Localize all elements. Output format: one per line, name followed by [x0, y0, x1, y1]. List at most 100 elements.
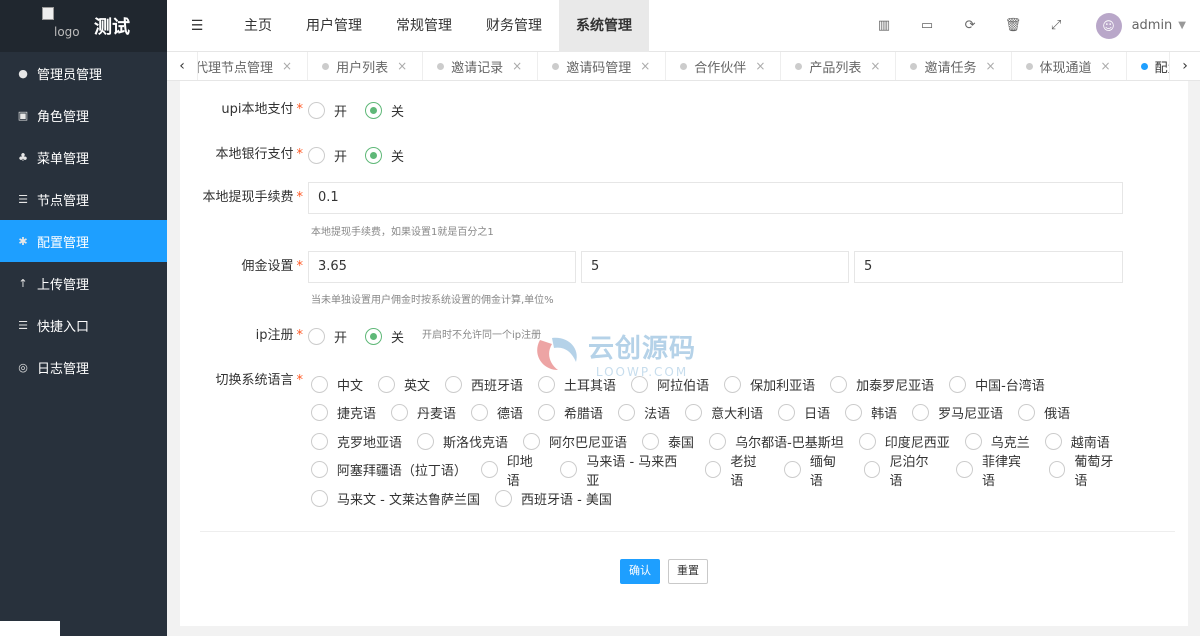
upi-off-radio[interactable]: 关 [365, 101, 404, 120]
language-radio[interactable]: 乌尔都语-巴基斯坦 [709, 432, 844, 451]
bank-on-radio[interactable]: 开 [308, 146, 347, 165]
fullscreen-icon[interactable]: ⤢ [1035, 18, 1078, 33]
ip-off-radio[interactable]: 关 [365, 327, 404, 346]
sidebar-toggle-icon[interactable]: ☰ [167, 18, 227, 34]
language-radio[interactable]: 中国-台湾语 [949, 375, 1045, 394]
tab[interactable]: 产品列表 × [781, 52, 897, 80]
sidebar-item[interactable]: ▣ 角色管理 [0, 94, 167, 136]
language-label: 俄语 [1044, 407, 1071, 423]
close-icon[interactable]: × [1101, 59, 1111, 73]
language-radio[interactable]: 葡萄牙语 [1048, 451, 1126, 489]
language-radio[interactable]: 老挝语 [704, 451, 770, 489]
close-icon[interactable]: × [755, 59, 765, 73]
language-radio[interactable]: 印度尼西亚 [858, 432, 950, 451]
language-label: 缅甸语 [809, 454, 836, 489]
radio-circle-icon [704, 461, 722, 479]
top-nav-item[interactable]: 主页 [227, 0, 289, 52]
reset-button[interactable]: 重置 [668, 559, 708, 584]
username[interactable]: admin [1132, 18, 1173, 33]
language-radio[interactable]: 阿塞拜疆语（拉丁语） [311, 460, 467, 479]
language-radio[interactable]: 阿拉伯语 [631, 375, 709, 394]
commission-input-2[interactable]: 5 [581, 251, 849, 283]
language-radio[interactable]: 西班牙语 - 美国 [494, 489, 612, 508]
language-radio[interactable]: 泰国 [642, 432, 694, 451]
language-radio[interactable]: 印地语 [480, 451, 546, 489]
sidebar-item[interactable]: ◎ 日志管理 [0, 346, 167, 388]
top-nav-item[interactable]: 用户管理 [289, 0, 379, 52]
language-radio[interactable]: 中文 [311, 375, 363, 394]
language-radio[interactable]: 保加利亚语 [724, 375, 815, 394]
language-radio[interactable]: 希腊语 [538, 403, 603, 422]
tab[interactable]: 代理节点管理 × [198, 52, 309, 80]
language-radio[interactable]: 斯洛伐克语 [417, 432, 508, 451]
tab[interactable]: 邀请码管理 × [538, 52, 667, 80]
language-radio[interactable]: 俄语 [1018, 403, 1070, 422]
language-radio[interactable]: 尼泊尔语 [863, 451, 941, 489]
radio-circle-icon [964, 432, 982, 450]
language-radio[interactable]: 西班牙语 [445, 375, 523, 394]
close-icon[interactable]: × [870, 59, 880, 73]
language-radio[interactable]: 土耳其语 [538, 375, 616, 394]
tab[interactable]: 邀请任务 × [896, 52, 1012, 80]
bank-row: 本地银行支付 * 开 关 [215, 146, 405, 165]
trash-icon[interactable]: 🗑 [992, 18, 1035, 33]
chevron-left-icon[interactable]: ‹ [167, 52, 198, 80]
radio-circle-icon [949, 375, 967, 393]
fee-input[interactable]: 0.1 [308, 182, 1123, 214]
top-nav-item[interactable]: 财务管理 [469, 0, 559, 52]
sidebar-item[interactable]: ● 管理员管理 [0, 52, 167, 94]
language-radio[interactable]: 加泰罗尼亚语 [830, 375, 934, 394]
bank-off-radio[interactable]: 关 [365, 146, 404, 165]
tab[interactable]: 用户列表 × [308, 52, 424, 80]
close-icon[interactable]: × [985, 59, 995, 73]
tab[interactable]: 邀请记录 × [423, 52, 539, 80]
close-icon[interactable]: × [640, 59, 650, 73]
language-radio[interactable]: 马来语 - 马来西亚 [560, 451, 689, 489]
language-radio[interactable]: 德语 [471, 403, 523, 422]
language-radio[interactable]: 捷克语 [311, 403, 376, 422]
chart-icon[interactable]: ▥ [863, 18, 906, 33]
close-icon[interactable]: × [512, 59, 522, 73]
commission-input-3[interactable]: 5 [854, 251, 1123, 283]
sidebar-item[interactable]: ☰ 快捷入口 [0, 304, 167, 346]
top-nav-item[interactable]: 常规管理 [379, 0, 469, 52]
avatar[interactable]: ☺ [1095, 12, 1122, 39]
language-radio[interactable]: 意大利语 [685, 403, 763, 422]
language-radio[interactable]: 韩语 [845, 403, 897, 422]
sidebar-item[interactable]: ♣ 菜单管理 [0, 136, 167, 178]
language-radio[interactable]: 克罗地亚语 [311, 432, 402, 451]
chevron-right-icon[interactable]: › [1169, 52, 1200, 80]
upi-on-radio[interactable]: 开 [308, 101, 347, 120]
tab[interactable]: 配置管理× [1127, 52, 1169, 80]
language-radio[interactable]: 菲律宾语 [956, 451, 1033, 489]
language-radio[interactable]: 越南语 [1044, 432, 1110, 451]
commission-input-1[interactable]: 3.65 [308, 251, 576, 283]
sidebar-item[interactable]: ↑ 上传管理 [0, 262, 167, 304]
submit-button[interactable]: 确认 [620, 559, 660, 584]
refresh-icon[interactable]: ⟳ [949, 18, 992, 33]
tab-label: 产品列表 [809, 60, 862, 76]
close-icon[interactable]: × [282, 59, 292, 73]
language-radio[interactable]: 丹麦语 [391, 403, 456, 422]
ip-on-radio[interactable]: 开 [308, 327, 347, 346]
sidebar-item-label: 角色管理 [37, 109, 90, 125]
app-title: 测试 [94, 17, 130, 38]
language-options: 中文 英文 西班牙语 土耳其语 阿拉伯语 保加利亚语 加泰罗尼亚语 中国-台湾语捷克语 丹麦语 德… [311, 370, 1141, 513]
sidebar-item[interactable]: ✱ 配置管理 [0, 220, 167, 262]
sidebar-item[interactable]: ☰ 节点管理 [0, 178, 167, 220]
language-radio[interactable]: 英文 [378, 375, 430, 394]
language-radio[interactable]: 马来文 - 文莱达鲁萨兰国 [311, 489, 480, 508]
tab[interactable]: 体现通道 × [1012, 52, 1127, 80]
tab[interactable]: 合作伙伴 × [666, 52, 782, 80]
close-icon[interactable]: × [397, 59, 407, 73]
language-radio[interactable]: 缅甸语 [784, 451, 849, 489]
top-nav-item[interactable]: 系统管理 [559, 0, 649, 52]
sidebar-item-label: 管理员管理 [37, 67, 103, 83]
language-radio[interactable]: 阿尔巴尼亚语 [523, 432, 627, 451]
chevron-down-icon[interactable]: ▼ [1178, 20, 1186, 31]
language-radio[interactable]: 罗马尼亚语 [912, 403, 1003, 422]
language-radio[interactable]: 法语 [618, 403, 670, 422]
card-icon[interactable]: ▭ [906, 18, 949, 33]
language-radio[interactable]: 日语 [778, 403, 830, 422]
language-radio[interactable]: 乌克兰 [964, 432, 1030, 451]
